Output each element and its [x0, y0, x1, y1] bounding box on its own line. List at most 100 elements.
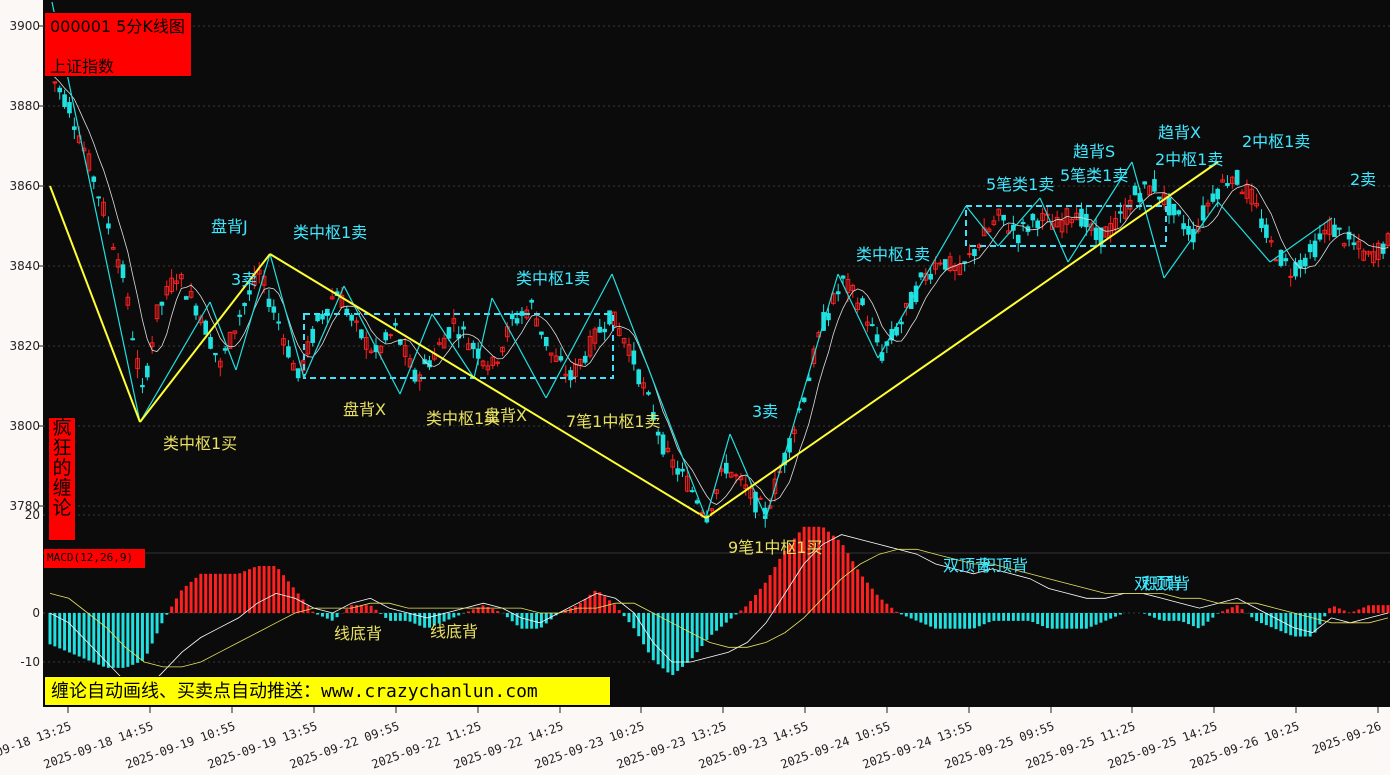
candle-body	[607, 310, 612, 325]
macd-tick-label: 0	[32, 606, 40, 620]
candle-body	[1152, 179, 1157, 192]
macd-tick-label: 20	[25, 508, 40, 522]
candle-body	[222, 348, 228, 351]
candle-body	[529, 299, 534, 303]
candle-body	[320, 313, 325, 320]
candle-body	[680, 468, 685, 472]
candle-body	[514, 318, 520, 324]
candle-body	[412, 369, 418, 382]
candle-body	[1093, 227, 1099, 240]
candle-body	[383, 332, 389, 341]
candle-body	[1264, 224, 1269, 238]
candle-body	[1307, 244, 1313, 253]
promo-banner[interactable]: 缠论自动画线、买卖点自动推送：www.crazychanlun.com	[44, 676, 611, 706]
candle-body	[1020, 222, 1026, 225]
annotation-label: 7笔1中枢1卖	[566, 412, 661, 431]
annotation-label: 2中枢1卖	[1155, 150, 1223, 169]
candle-body	[470, 342, 476, 350]
candle-body	[942, 259, 948, 270]
annotation-label: 趋背X	[1158, 123, 1201, 142]
candle-body	[145, 365, 150, 378]
candle-body	[393, 322, 398, 326]
candle-body	[962, 261, 968, 264]
candle-body	[1001, 214, 1006, 221]
candle-body	[655, 431, 661, 436]
candle-body	[67, 102, 72, 114]
candle-body	[602, 328, 607, 333]
candle-body	[509, 313, 515, 320]
y-tick-label: 3900	[9, 19, 40, 33]
annotation-label: 盘背J	[211, 217, 248, 236]
candle-body	[1351, 242, 1357, 246]
annotation-label: 类中枢1卖	[516, 269, 590, 288]
annotation-label: 线底背	[334, 624, 382, 643]
candle-body	[1030, 213, 1036, 221]
candle-body	[57, 87, 63, 93]
candle-body	[286, 346, 291, 358]
candle-body	[597, 326, 603, 333]
annotation-label: 盘背X	[343, 400, 386, 419]
y-tick-label: 3840	[9, 259, 40, 273]
candle-body	[1157, 196, 1162, 200]
candle-body	[758, 497, 763, 500]
candle-body	[276, 321, 281, 324]
candle-body	[1312, 240, 1318, 258]
candle-body	[159, 301, 165, 306]
candle-body	[208, 337, 213, 349]
candle-body	[860, 298, 865, 306]
candle-body	[1302, 257, 1308, 267]
index-name: 上证指数	[50, 57, 115, 76]
candle-body	[72, 126, 77, 130]
candle-body	[388, 334, 393, 337]
chart-background	[0, 0, 1390, 775]
side-label: 疯 狂 的 缠 论	[48, 417, 76, 541]
y-tick-label: 3880	[9, 99, 40, 113]
candle-body	[130, 338, 136, 341]
candle-body	[1035, 220, 1040, 229]
code-title: 000001 5分K线图	[50, 17, 185, 36]
candle-body	[183, 296, 189, 300]
annotation-label: 盘背X	[484, 406, 527, 425]
candle-body	[874, 334, 880, 343]
annotation-label: 9笔1中枢1买	[728, 538, 823, 557]
candle-body	[1215, 188, 1221, 200]
side-char-4: 缠	[52, 477, 72, 499]
candle-body	[1273, 259, 1279, 262]
candle-body	[801, 397, 807, 403]
side-char-1: 疯	[52, 417, 72, 439]
candle-body	[938, 262, 943, 265]
candle-body	[247, 290, 252, 295]
annotation-label: 5笔类1卖	[1060, 166, 1128, 185]
candle-body	[62, 94, 67, 107]
candle-body	[193, 305, 199, 316]
candle-body	[120, 264, 126, 279]
candle-body	[106, 223, 111, 229]
side-char-3: 的	[52, 457, 72, 479]
candle-body	[266, 298, 272, 307]
annotation-label: 积顶背	[980, 556, 1028, 575]
annotation-label: 类中枢1买	[163, 434, 237, 453]
candle-body	[91, 176, 97, 182]
candle-body	[237, 314, 243, 317]
macd-tick-label: -10	[20, 655, 40, 669]
candle-body	[461, 326, 466, 330]
annotation-label: 类中枢1卖	[293, 223, 367, 242]
candle-body	[1288, 275, 1293, 278]
candle-body	[582, 355, 588, 363]
candle-body	[140, 384, 145, 388]
candle-body	[1176, 210, 1182, 215]
side-char-5: 论	[52, 497, 72, 519]
candle-body	[631, 350, 637, 365]
candle-body	[295, 368, 301, 379]
y-tick-label: 3860	[9, 179, 40, 193]
candle-body	[1200, 205, 1206, 221]
candle-body	[1210, 193, 1216, 202]
candle-body	[723, 462, 729, 474]
annotation-label: 3卖	[231, 270, 257, 289]
candle-body	[689, 490, 695, 493]
candle-body	[1234, 170, 1240, 185]
side-char-2: 狂	[52, 437, 72, 459]
candle-body	[1084, 213, 1089, 228]
annotation-label: 2中枢1卖	[1242, 132, 1310, 151]
annotation-label: 2卖	[1350, 170, 1376, 189]
